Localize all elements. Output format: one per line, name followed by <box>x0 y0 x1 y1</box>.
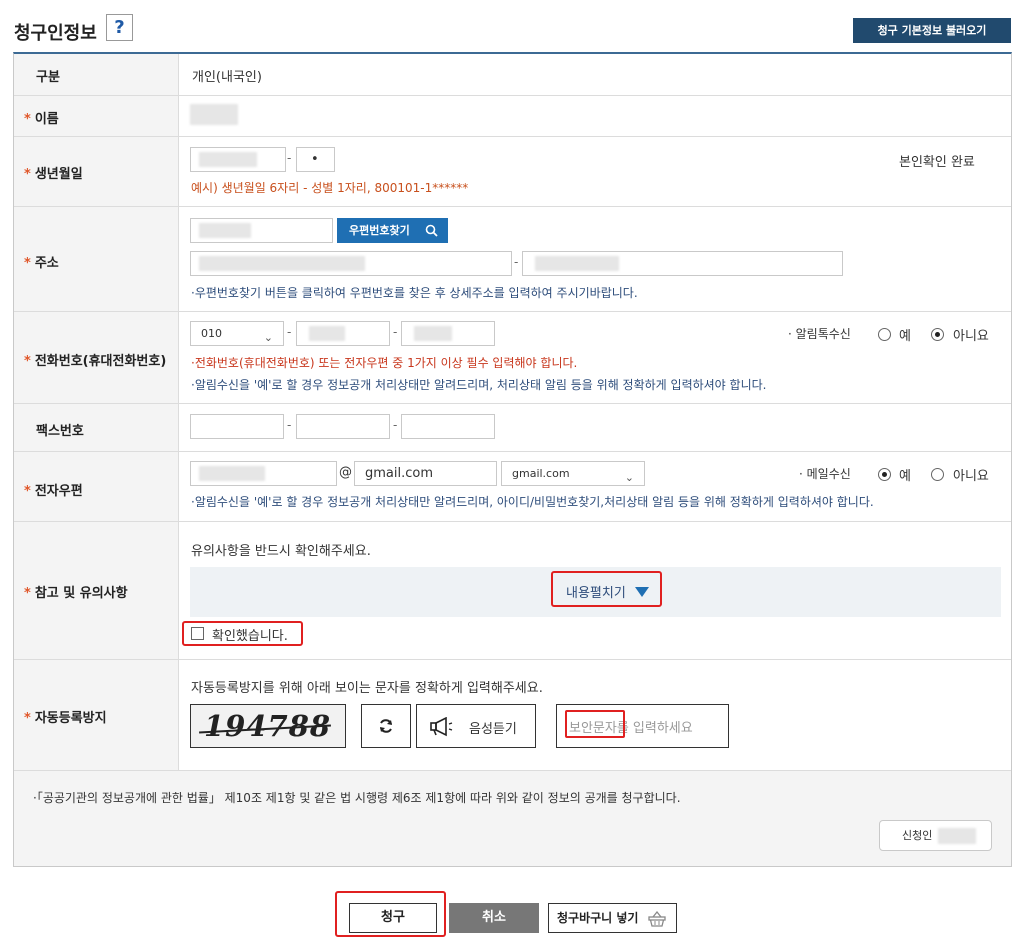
type-label: 구분 <box>36 70 60 85</box>
email-domain-select[interactable]: gmail.com ⌄ <box>501 461 645 486</box>
load-basic-info-button[interactable]: 청구 기본정보 불러오기 <box>853 18 1011 43</box>
mail-receive-label: · 메일수신 <box>799 467 851 481</box>
divider <box>14 451 1011 452</box>
divider <box>14 659 1011 660</box>
notice-label: * 참고 및 유의사항 <box>24 586 128 601</box>
divider <box>14 136 1011 137</box>
audio-captcha-button[interactable]: 음성듣기 <box>416 704 536 748</box>
email-label: * 전자우편 <box>24 484 83 499</box>
dash: - <box>393 325 398 339</box>
fax-middle-input[interactable] <box>296 414 390 439</box>
dash: - <box>287 151 292 165</box>
zipcode-search-button[interactable]: 우편번호찾기 <box>337 218 448 243</box>
dash: - <box>287 418 292 432</box>
birth-example: 예시) 생년월일 6자리 - 성별 1자리, 800101-1****** <box>191 181 469 195</box>
dash: - <box>287 325 292 339</box>
masked-value <box>937 828 976 844</box>
email-note: ·알림수신을 '예'로 할 경우 정보공개 처리상태만 알려드리며, 아이디/비… <box>191 495 874 509</box>
birth-second-input[interactable]: • <box>296 147 335 172</box>
help-button[interactable]: ? <box>106 14 133 41</box>
masked-value <box>199 256 365 271</box>
name-label: * 이름 <box>24 112 59 127</box>
birth-first-input[interactable] <box>190 147 286 172</box>
triangle-down-icon <box>635 587 649 597</box>
divider <box>14 206 1011 207</box>
divider <box>14 311 1011 312</box>
alert-no-radio[interactable] <box>931 328 944 341</box>
applicant-sign-button[interactable]: 신청인 <box>879 820 992 851</box>
masked-value <box>414 326 452 341</box>
at-sign: @ <box>339 465 352 480</box>
mail-no-radio[interactable] <box>931 468 944 481</box>
audio-label: 음성듣기 <box>469 722 517 737</box>
cancel-button[interactable]: 취소 <box>449 903 539 933</box>
masked-value <box>199 466 265 481</box>
mail-yes-radio[interactable] <box>878 468 891 481</box>
type-value: 개인(내국인) <box>192 70 262 85</box>
expand-label: 내용펼치기 <box>566 586 626 601</box>
basket-icon <box>648 911 666 927</box>
refresh-captcha-button[interactable] <box>361 704 411 748</box>
alert-yes-label: 예 <box>899 329 911 344</box>
megaphone-icon <box>430 717 453 737</box>
captcha-label: * 자동등록방지 <box>24 711 107 726</box>
footer-section <box>14 771 1011 866</box>
page-title: 청구인정보 <box>14 23 97 44</box>
birth-label: * 생년월일 <box>24 167 83 182</box>
submit-button[interactable]: 청구 <box>349 903 437 933</box>
masked-value <box>535 256 619 271</box>
phone-alert-note: ·알림수신을 '예'로 할 경우 정보공개 처리상태만 알려드리며, 처리상태 … <box>191 378 767 392</box>
refresh-icon <box>380 719 392 733</box>
chevron-down-icon: ⌄ <box>263 331 273 344</box>
phone-last-input[interactable] <box>401 321 495 346</box>
notice-intro: 유의사항을 반드시 확인해주세요. <box>191 544 371 559</box>
name-value-masked <box>190 104 238 125</box>
search-icon <box>425 224 438 237</box>
captcha-image: 194788 <box>190 704 346 748</box>
address-note: ·우편번호찾기 버튼을 클릭하여 우편번호를 찾은 후 상세주소를 입력하여 주… <box>191 286 638 300</box>
address-label: * 주소 <box>24 256 59 271</box>
mail-yes-label: 예 <box>899 469 911 484</box>
add-to-cart-button[interactable]: 청구바구니 넣기 <box>548 903 677 933</box>
address-detail-input[interactable] <box>522 251 843 276</box>
chevron-down-icon: ⌄ <box>624 471 634 484</box>
phone-prefix-select[interactable]: 010 ⌄ <box>190 321 284 346</box>
divider <box>14 403 1011 404</box>
phone-middle-input[interactable] <box>296 321 390 346</box>
alert-label: · 알림톡수신 <box>788 327 851 341</box>
fax-first-input[interactable] <box>190 414 284 439</box>
phone-required-note: ·전화번호(휴대전화번호) 또는 전자우편 중 1가지 이상 필수 입력해야 합… <box>191 356 578 370</box>
label-column <box>14 54 179 770</box>
email-domain-input[interactable]: gmail.com <box>354 461 497 486</box>
zipcode-input[interactable] <box>190 218 333 243</box>
masked-value <box>199 152 257 167</box>
dash: - <box>393 418 398 432</box>
phone-label: * 전화번호(휴대전화번호) <box>24 354 167 369</box>
divider <box>14 521 1011 522</box>
address-input[interactable] <box>190 251 512 276</box>
required-mark: * <box>24 112 31 127</box>
masked-value <box>199 223 251 238</box>
identity-status: 본인확인 완료 <box>899 155 975 170</box>
divider <box>14 95 1011 96</box>
confirm-label: 확인했습니다. <box>212 629 288 644</box>
fax-last-input[interactable] <box>401 414 495 439</box>
confirm-checkbox[interactable] <box>191 627 204 640</box>
email-id-input[interactable] <box>190 461 337 486</box>
alert-yes-radio[interactable] <box>878 328 891 341</box>
dash: - <box>514 255 519 269</box>
captcha-input-highlight <box>565 710 625 738</box>
legal-statement: ·「공공기관의 정보공개에 관한 법률」 제10조 제1항 및 같은 법 시행령… <box>33 791 681 805</box>
masked-value <box>309 326 345 341</box>
fax-label: 팩스번호 <box>36 424 84 439</box>
captcha-intro: 자동등록방지를 위해 아래 보이는 문자를 정확하게 입력해주세요. <box>191 681 543 696</box>
mail-no-label: 아니요 <box>953 469 989 484</box>
alert-no-label: 아니요 <box>953 329 989 344</box>
